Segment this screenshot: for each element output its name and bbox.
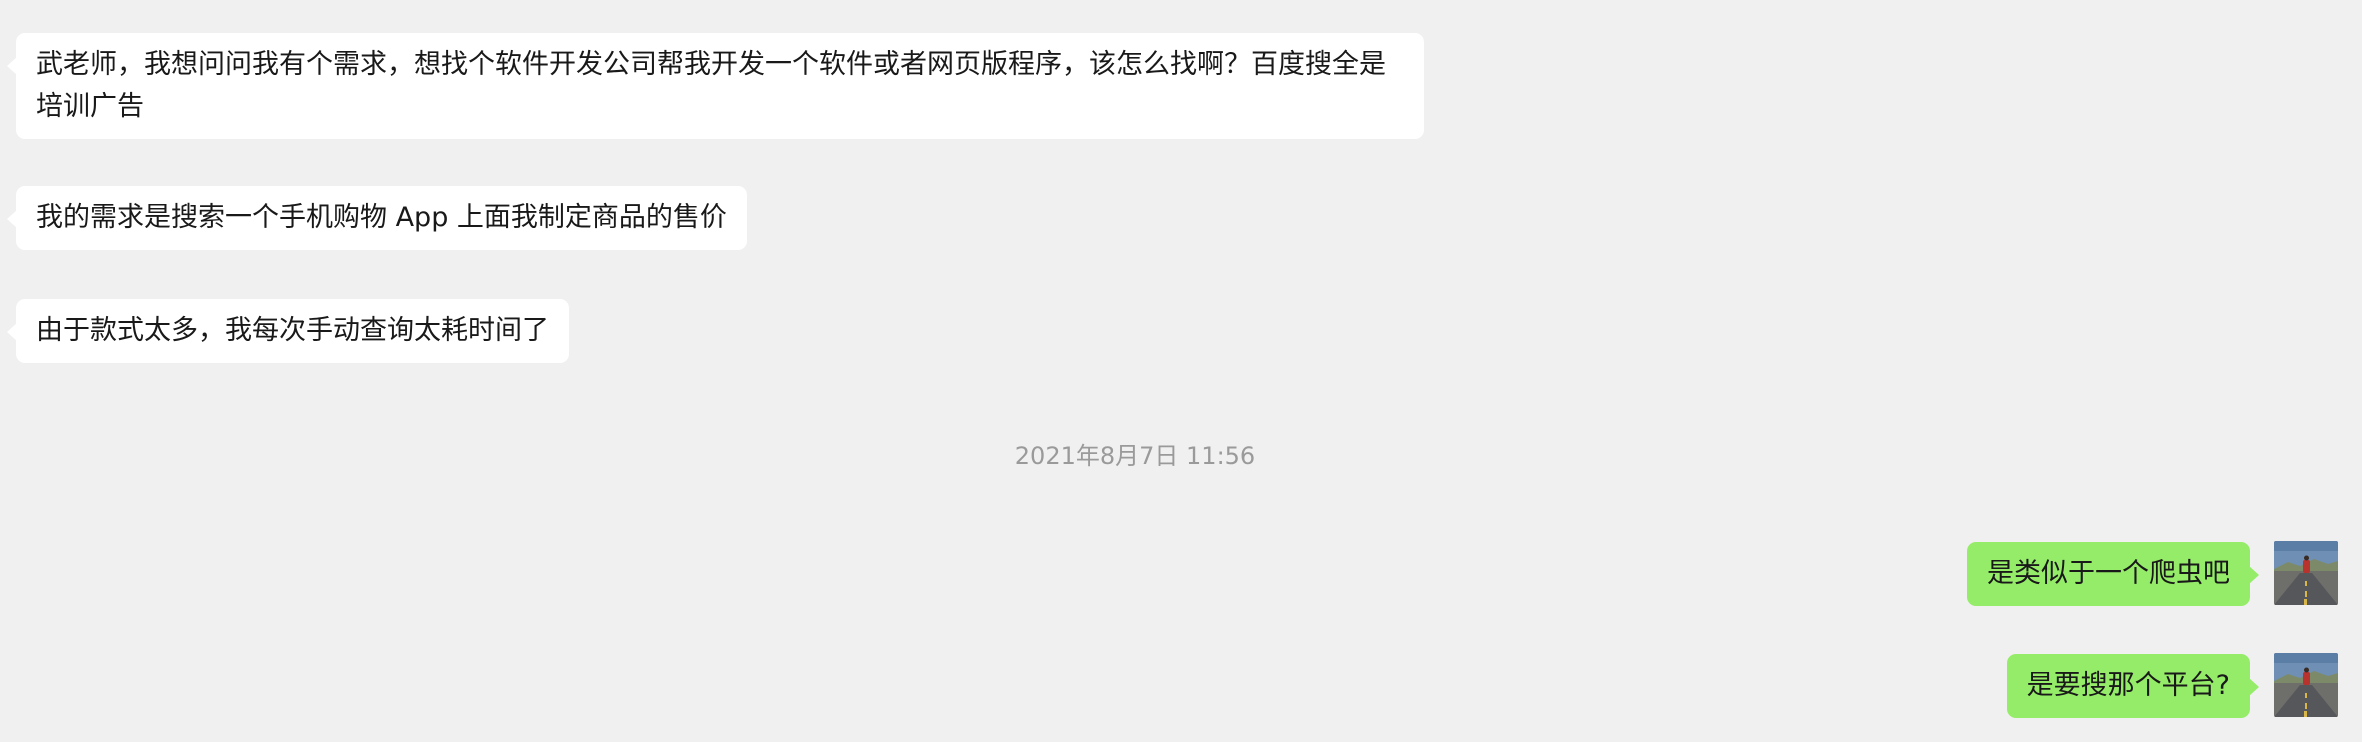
incoming-message-bubble[interactable]: 武老师，我想问问我有个需求，想找个软件开发公司帮我开发一个软件或者网页版程序，该… <box>7 33 1424 139</box>
incoming-message-bubble[interactable]: 我的需求是搜索一个手机购物 App 上面我制定商品的售价 <box>7 186 747 250</box>
message-timestamp: 2021年8月7日 11:56 <box>1014 442 1256 470</box>
message-text: 武老师，我想问问我有个需求，想找个软件开发公司帮我开发一个软件或者网页版程序，该… <box>36 49 1386 122</box>
user-avatar[interactable] <box>2274 653 2338 717</box>
outgoing-message-bubble[interactable]: 是类似于一个爬虫吧 <box>1967 542 2259 606</box>
user-avatar[interactable] <box>2274 541 2338 605</box>
avatar-photo-icon <box>2274 653 2338 717</box>
incoming-message-bubble[interactable]: 由于款式太多，我每次手动查询太耗时间了 <box>7 299 569 363</box>
outgoing-message-bubble[interactable]: 是要搜那个平台? <box>2006 654 2260 718</box>
message-text: 是要搜那个平台? <box>2026 670 2230 701</box>
message-text: 是类似于一个爬虫吧 <box>1987 558 2230 589</box>
avatar-photo-icon <box>2274 541 2338 605</box>
message-text: 我的需求是搜索一个手机购物 App 上面我制定商品的售价 <box>36 202 727 233</box>
message-text: 由于款式太多，我每次手动查询太耗时间了 <box>36 315 549 346</box>
